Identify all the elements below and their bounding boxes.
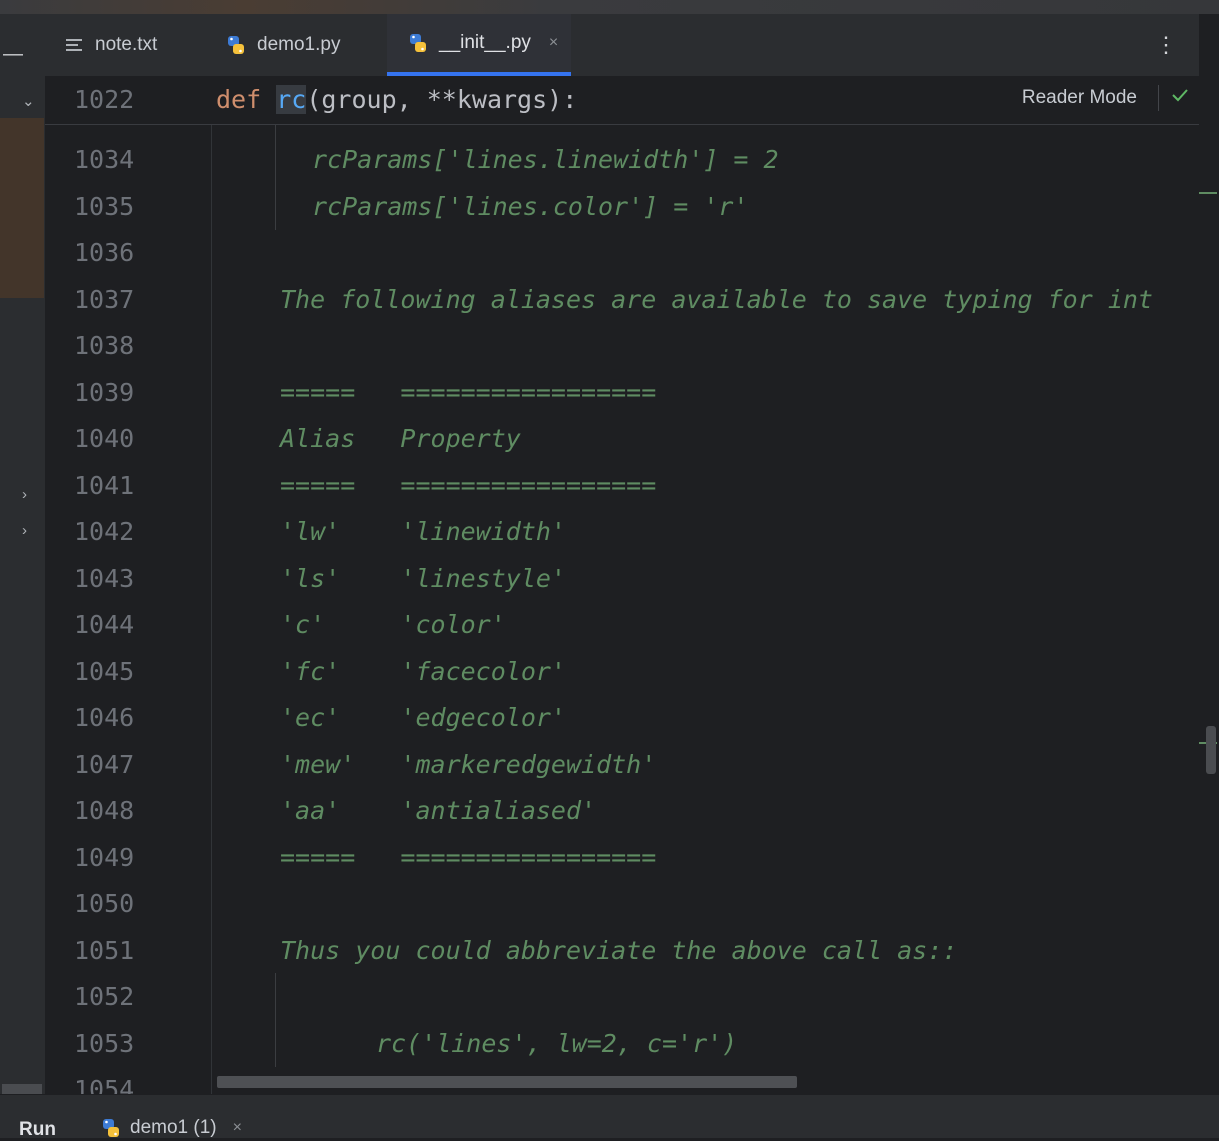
chevron-right-icon[interactable]: › (22, 522, 27, 539)
tab-label: demo1.py (257, 34, 341, 55)
window-top-band (0, 0, 1219, 14)
code-line: Alias Property (280, 424, 521, 453)
run-tab-label: demo1 (1) (130, 1117, 217, 1138)
line-number: 1049 (74, 843, 135, 872)
tab-init-py[interactable]: __init__.py × (387, 14, 571, 76)
line-number: 1052 (74, 982, 135, 1011)
tab-label: note.txt (95, 34, 158, 55)
left-scrollbar[interactable] (2, 1084, 42, 1094)
line-number: 1035 (74, 192, 135, 221)
python-file-icon (100, 1117, 122, 1139)
run-tab-demo1[interactable]: demo1 (1) × (100, 1117, 242, 1139)
text-file-icon (65, 37, 85, 53)
scrollbar-thumb[interactable] (1206, 726, 1216, 774)
code-line: 'lw' 'linewidth' (280, 517, 566, 546)
line-number: 1050 (74, 889, 135, 918)
line-number: 1036 (74, 238, 135, 267)
run-tool-window-bar: Run demo1 (1) × (0, 1094, 1219, 1141)
code-line: 'mew' 'markeredgewidth' (280, 750, 657, 779)
tab-demo1-py[interactable]: demo1.py (225, 14, 375, 76)
error-stripe-mark[interactable] (1199, 192, 1217, 194)
collapse-icon[interactable]: — (3, 44, 23, 64)
line-number: 1051 (74, 936, 135, 965)
chevron-down-icon[interactable]: ⌄ (22, 92, 35, 110)
indent-guide (275, 124, 276, 230)
indent-guide (275, 973, 276, 1067)
tab-note-txt[interactable]: note.txt (65, 14, 205, 76)
code-line: 'c' 'color' (280, 610, 506, 639)
line-number: 1043 (74, 564, 135, 593)
code-line: Thus you could abbreviate the above call… (280, 936, 958, 965)
line-number: 1022 (74, 85, 135, 114)
line-number: 1053 (74, 1029, 135, 1058)
line-number: 1046 (74, 703, 135, 732)
tab-label: __init__.py (439, 32, 531, 53)
line-number: 1047 (74, 750, 135, 779)
more-options-icon[interactable]: ⋮ (1155, 34, 1177, 56)
line-number: 1044 (74, 610, 135, 639)
function-signature: (group, **kwargs): (306, 85, 578, 114)
code-line: 'ec' 'edgecolor' (280, 703, 566, 732)
python-file-icon (407, 32, 429, 54)
line-number: 1042 (74, 517, 135, 546)
vertical-scrollbar[interactable] (1199, 14, 1219, 1094)
code-line: rc('lines', lw=2, c='r') (376, 1029, 738, 1058)
close-icon[interactable]: × (233, 1119, 242, 1137)
line-number: 1038 (74, 331, 135, 360)
code-line: ===== ================= (280, 843, 657, 872)
line-number: 1040 (74, 424, 135, 453)
code-line: 'aa' 'antialiased' (280, 796, 597, 825)
code-line: rcParams['lines.color'] = 'r' (312, 192, 749, 221)
code-line: rcParams['lines.linewidth'] = 2 (312, 145, 779, 174)
code-line: 'fc' 'facecolor' (280, 657, 566, 686)
sticky-header: 1022 def rc(group, **kwargs): Reader Mod… (45, 77, 1199, 125)
line-number: 1045 (74, 657, 135, 686)
line-number: 1054 (74, 1075, 135, 1094)
line-number: 1037 (74, 285, 135, 314)
editor-tab-bar: note.txt demo1.py __init__.py × ⋮ (45, 14, 1199, 77)
code-line: ===== ================= (280, 471, 657, 500)
divider (1158, 85, 1159, 111)
reader-mode-button[interactable]: Reader Mode (1022, 87, 1137, 109)
code-line: ===== ================= (280, 378, 657, 407)
code-editor[interactable]: 1022 def rc(group, **kwargs): Reader Mod… (45, 77, 1199, 1094)
run-label[interactable]: Run (19, 1119, 56, 1141)
line-number: 1034 (74, 145, 135, 174)
function-name[interactable]: rc (276, 85, 307, 114)
check-icon[interactable] (1171, 88, 1189, 107)
python-file-icon (225, 34, 247, 56)
left-panel-highlight (0, 118, 44, 298)
keyword: def (216, 85, 262, 114)
line-number: 1041 (74, 471, 135, 500)
close-icon[interactable]: × (549, 34, 558, 52)
code-line: The following aliases are available to s… (280, 285, 1153, 314)
line-number: 1039 (74, 378, 135, 407)
left-tool-strip: — ⌄ › › (0, 14, 45, 1094)
line-number: 1048 (74, 796, 135, 825)
horizontal-scrollbar[interactable] (217, 1076, 797, 1088)
code-line: 'ls' 'linestyle' (280, 564, 566, 593)
chevron-right-icon[interactable]: › (22, 486, 27, 503)
